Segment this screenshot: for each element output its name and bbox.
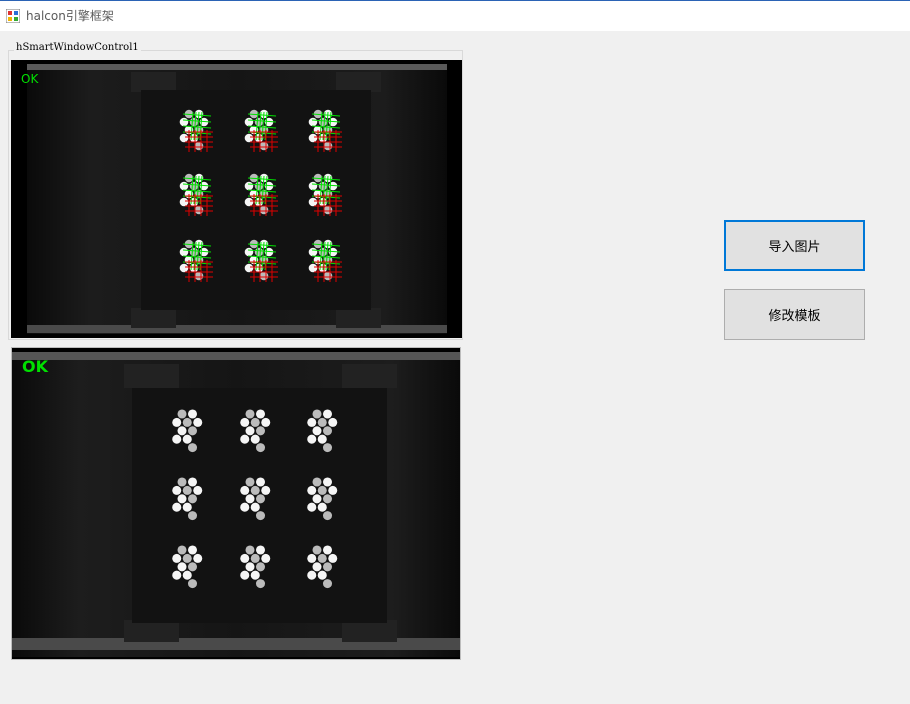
edit-template-button[interactable]: 修改模板 xyxy=(724,289,865,340)
bottom-image-viewer[interactable] xyxy=(11,347,461,660)
top-status-label: OK xyxy=(21,72,39,86)
top-inspection-image xyxy=(11,60,462,338)
title-bar: halcon引擎框架 xyxy=(0,0,910,31)
app-icon xyxy=(6,9,20,23)
import-image-button[interactable]: 导入图片 xyxy=(724,220,865,271)
groupbox-label: hSmartWindowControl1 xyxy=(14,42,141,53)
bottom-inspection-image xyxy=(12,348,460,659)
window-title: halcon引擎框架 xyxy=(26,9,114,23)
top-image-viewer[interactable] xyxy=(11,60,462,338)
bottom-status-label: OK xyxy=(22,357,48,376)
